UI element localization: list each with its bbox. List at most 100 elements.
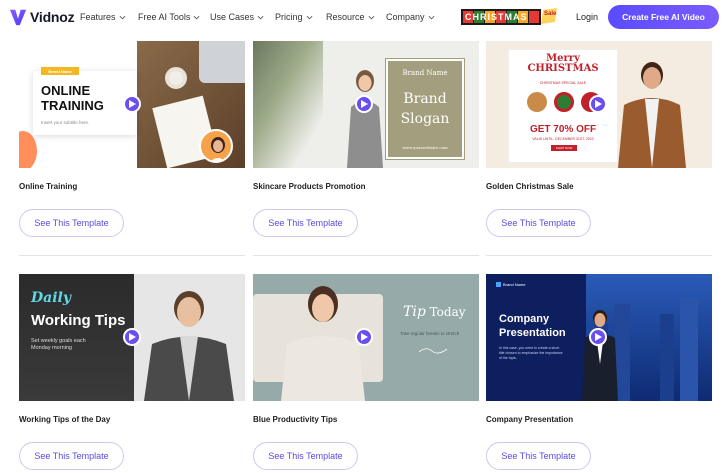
thumb-daily: Daily xyxy=(31,290,71,306)
play-button[interactable] xyxy=(123,328,141,346)
chevron-down-icon xyxy=(193,15,200,19)
thumb-brand-label: Brand Name xyxy=(503,282,526,287)
divider xyxy=(486,255,712,256)
thumb-today: Today xyxy=(429,305,466,319)
nav-resource-label: Resource xyxy=(326,12,365,22)
brand-tag: Brand Name xyxy=(41,67,79,75)
see-this-template-button[interactable]: See This Template xyxy=(19,442,124,470)
template-thumbnail[interactable]: Brand Name Brand Slogan www.yourwebsite.… xyxy=(253,41,479,168)
play-icon xyxy=(129,333,136,341)
thumb-merry-line2: CHRISTMAS xyxy=(527,63,599,74)
thumb-brand: Brand Name xyxy=(496,282,525,287)
nav-company-label: Company xyxy=(386,12,425,22)
vidnoz-logo-icon xyxy=(9,9,27,26)
template-card-blue-productivity: Tip Today Take regular breaks to stretch… xyxy=(253,274,479,470)
chevron-down-icon xyxy=(257,15,264,19)
nav-features[interactable]: Features xyxy=(80,12,126,22)
presenter-man-icon xyxy=(618,62,686,168)
chevron-down-icon xyxy=(119,15,125,19)
template-card-company-presentation: Brand Name Company Presentation In this … xyxy=(486,274,712,470)
nav-free-ai-tools[interactable]: Free AI Tools xyxy=(138,12,200,22)
gingerbread-icon xyxy=(527,92,547,112)
play-icon xyxy=(595,100,602,108)
thumb-heading: ONLINE TRAINING xyxy=(41,83,104,113)
divider xyxy=(19,255,245,256)
play-button[interactable] xyxy=(589,95,607,113)
play-icon xyxy=(595,333,602,341)
thumb-note: Take regular breaks to stretch xyxy=(400,331,460,336)
nav-pricing-label: Pricing xyxy=(275,12,303,22)
create-free-ai-video-button[interactable]: Create Free AI Video xyxy=(608,5,719,29)
template-title: Company Presentation xyxy=(486,415,574,424)
template-title: Online Training xyxy=(19,182,78,191)
thumb-sub: CHRISTMAS SPECIAL SALE xyxy=(539,81,587,85)
template-thumbnail[interactable]: Tip Today Take regular breaks to stretch xyxy=(253,274,479,401)
presenter-man-icon xyxy=(582,310,618,401)
nav-pricing[interactable]: Pricing xyxy=(275,12,313,22)
presenter-man-icon xyxy=(134,274,245,401)
see-this-template-button[interactable]: See This Template xyxy=(253,442,358,470)
thumb-heading-line2: TRAINING xyxy=(41,98,104,113)
laptop-graphic xyxy=(199,41,245,83)
nav-free-ai-tools-label: Free AI Tools xyxy=(138,12,191,22)
nav-features-label: Features xyxy=(80,12,116,22)
template-thumbnail[interactable]: Merry CHRISTMAS CHRISTMAS SPECIAL SALE G… xyxy=(486,41,712,168)
christmas-sale-banner[interactable]: CHRISTMAS Sale xyxy=(459,6,559,28)
wreath-icon xyxy=(554,92,574,112)
thumb-desc: Set weekly goals each Monday morning xyxy=(31,338,86,351)
thumb-tip-today: Tip Today xyxy=(403,304,466,320)
see-this-template-button[interactable]: See This Template xyxy=(19,209,124,237)
top-navigation: Vidnoz Features Free AI Tools Use Cases … xyxy=(0,0,725,34)
chevron-down-icon xyxy=(428,15,434,19)
template-title: Golden Christmas Sale xyxy=(486,182,574,191)
thumb-site: www.yourwebsite.com xyxy=(402,145,448,150)
thumb-offer: GET 70% OFF xyxy=(529,124,597,135)
play-button[interactable] xyxy=(123,95,141,113)
template-title: Working Tips of the Day xyxy=(19,415,111,424)
logo-text: Vidnoz xyxy=(30,9,75,25)
cta-label: Create Free AI Video xyxy=(622,12,705,22)
template-thumbnail[interactable]: Brand Name Company Presentation In this … xyxy=(486,274,712,401)
promo-badge: Sale xyxy=(544,11,557,17)
chevron-down-icon xyxy=(306,15,312,19)
see-this-template-button[interactable]: See This Template xyxy=(486,209,591,237)
chevron-down-icon xyxy=(368,15,374,19)
divider xyxy=(253,255,479,256)
template-card-online-training: Brand Name ONLINE TRAINING Insert your s… xyxy=(19,41,245,256)
thumb-merry: Merry CHRISTMAS xyxy=(509,54,617,74)
thumb-heading: Company Presentation xyxy=(499,312,566,340)
thumb-slogan-line2: Slogan xyxy=(400,111,450,127)
thumb-slogan-line1: Brand xyxy=(403,91,447,107)
template-card-working-tips: Daily Working Tips Set weekly goals each… xyxy=(19,274,245,470)
squiggle-decoration xyxy=(418,348,448,354)
template-card-christmas: Merry CHRISTMAS CHRISTMAS SPECIAL SALE G… xyxy=(486,41,712,256)
avatar xyxy=(199,129,233,163)
play-button[interactable] xyxy=(355,95,373,113)
presenter-woman-icon xyxy=(347,70,383,168)
vidnoz-logo[interactable]: Vidnoz xyxy=(9,8,75,26)
play-icon xyxy=(361,100,368,108)
nav-company[interactable]: Company xyxy=(386,12,435,22)
thumb-heading-line1: Company xyxy=(499,313,550,325)
thumb-heading-line2: Presentation xyxy=(499,327,566,339)
nav-use-cases-label: Use Cases xyxy=(210,12,255,22)
template-card-skincare: Brand Name Brand Slogan www.yourwebsite.… xyxy=(253,41,479,256)
template-thumbnail[interactable]: Brand Name ONLINE TRAINING Insert your s… xyxy=(19,41,245,168)
thumb-working: Working Tips xyxy=(31,312,126,329)
nav-resource[interactable]: Resource xyxy=(326,12,375,22)
thumb-heading-line1: ONLINE xyxy=(41,83,91,98)
see-this-template-button[interactable]: See This Template xyxy=(253,209,358,237)
play-button[interactable] xyxy=(589,328,607,346)
login-link[interactable]: Login xyxy=(576,12,598,22)
see-this-template-button[interactable]: See This Template xyxy=(486,442,591,470)
brand-box: Brand Name Brand Slogan www.yourwebsite.… xyxy=(385,58,465,160)
coffee-cup-graphic xyxy=(165,67,187,89)
template-thumbnail[interactable]: Daily Working Tips Set weekly goals each… xyxy=(19,274,245,401)
thumb-brand: Brand Name xyxy=(402,69,448,77)
play-icon xyxy=(361,333,368,341)
nav-use-cases[interactable]: Use Cases xyxy=(210,12,264,22)
template-title: Skincare Products Promotion xyxy=(253,182,366,191)
play-button[interactable] xyxy=(355,328,373,346)
play-icon xyxy=(129,100,136,108)
thumb-shop: SHOP NOW xyxy=(551,145,577,151)
